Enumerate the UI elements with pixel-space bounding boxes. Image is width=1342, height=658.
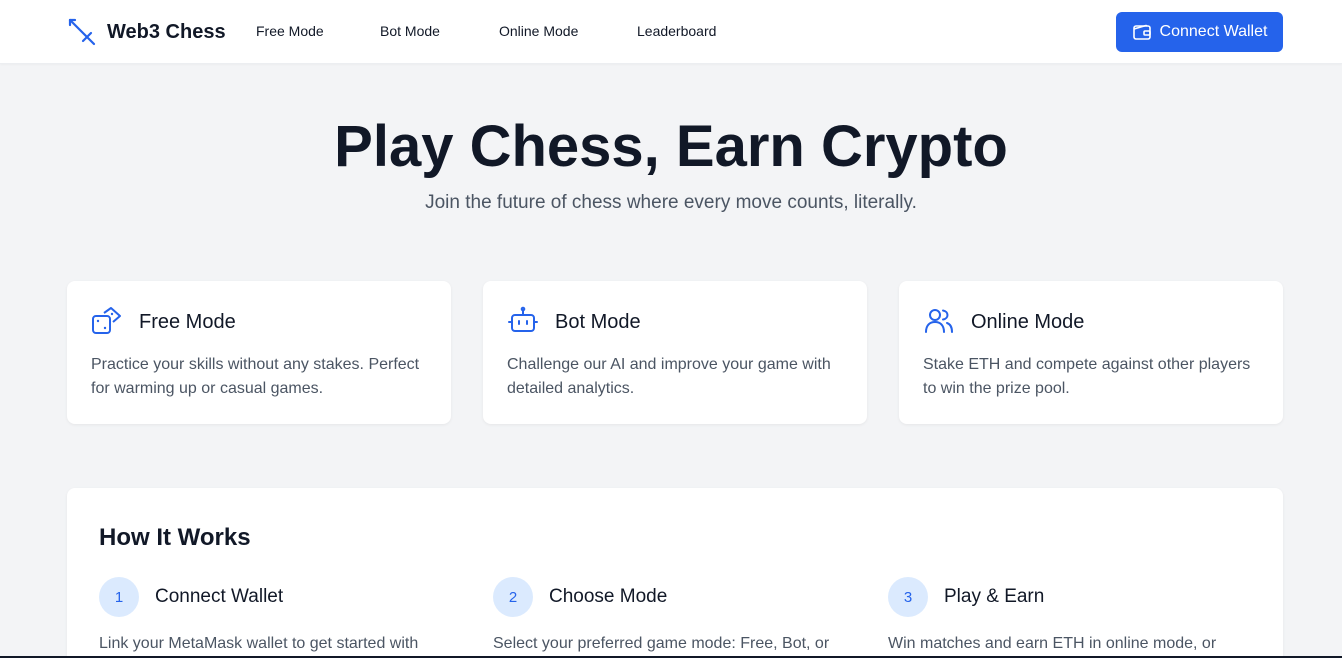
dice-icon xyxy=(91,305,123,337)
mode-card-desc: Challenge our AI and improve your game w… xyxy=(507,356,831,397)
mode-card-desc: Stake ETH and compete against other play… xyxy=(923,356,1251,397)
mode-card-desc: Practice your skills without any stakes.… xyxy=(91,356,420,397)
nav-link-free-mode[interactable]: Free Mode xyxy=(256,23,324,39)
section-title: How It Works xyxy=(99,524,251,551)
brand[interactable]: Web3 Chess xyxy=(67,16,226,48)
brand-name: Web3 Chess xyxy=(107,20,226,43)
step-desc: Win matches and earn ETH in online mode,… xyxy=(888,635,1217,652)
connect-wallet-label: Connect Wallet xyxy=(1159,23,1268,40)
mode-card-title: Free Mode xyxy=(139,311,236,333)
step-title: Connect Wallet xyxy=(155,586,284,607)
connect-wallet-button[interactable]: Connect Wallet xyxy=(1116,12,1283,52)
hero-title: Play Chess, Earn Crypto xyxy=(334,114,1008,179)
sword-icon xyxy=(67,17,97,47)
step-number: 1 xyxy=(99,577,139,617)
step-desc: Select your preferred game mode: Free, B… xyxy=(493,635,830,652)
step-title: Choose Mode xyxy=(549,586,668,607)
nav-link-leaderboard[interactable]: Leaderboard xyxy=(637,23,716,39)
how-it-works-section: How It Works 1 Connect Wallet Link your … xyxy=(67,488,1283,658)
mode-card-title: Online Mode xyxy=(971,311,1085,333)
mode-card-bot[interactable]: Bot Mode Challenge our AI and improve yo… xyxy=(483,281,867,424)
hero-subtitle: Join the future of chess where every mov… xyxy=(425,192,917,213)
users-icon xyxy=(923,305,955,337)
mode-card-title: Bot Mode xyxy=(555,311,641,333)
step-number: 3 xyxy=(888,577,928,617)
mode-card-free[interactable]: Free Mode Practice your skills without a… xyxy=(67,281,451,424)
nav-link-bot-mode[interactable]: Bot Mode xyxy=(380,23,440,39)
mode-card-online[interactable]: Online Mode Stake ETH and compete agains… xyxy=(899,281,1283,424)
step-title: Play & Earn xyxy=(944,586,1045,607)
top-navbar: Web3 Chess Free Mode Bot Mode Online Mod… xyxy=(0,0,1342,64)
step-desc: Link your MetaMask wallet to get started… xyxy=(99,635,419,652)
bot-icon xyxy=(507,305,539,337)
step-number: 2 xyxy=(493,577,533,617)
nav-link-online-mode[interactable]: Online Mode xyxy=(499,23,578,39)
wallet-icon xyxy=(1132,22,1152,42)
